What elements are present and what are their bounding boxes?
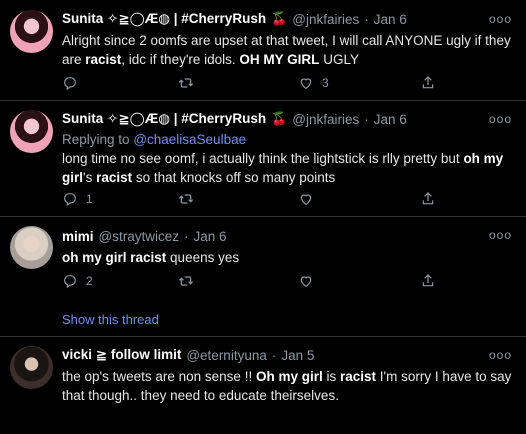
reply-icon (64, 275, 76, 289)
more-options-icon[interactable]: ooo (489, 112, 512, 126)
tweet-date[interactable]: Jan 6 (374, 112, 407, 127)
user-handle[interactable]: @jnkfairies (292, 112, 359, 127)
tweet-header: Sunita ✧≧◯Æ◍ | #CherryRush 🍒 @jnkfairies… (62, 8, 516, 30)
user-handle[interactable]: @eternityuna (186, 348, 267, 363)
tweet-header: Sunita ✧≧◯Æ◍ | #CherryRush 🍒 @jnkfairies… (62, 108, 516, 130)
separator-dot: · (364, 11, 369, 27)
retweet-icon (178, 194, 194, 204)
display-name[interactable]: Sunita ✧≧◯Æ◍ | #CherryRush (62, 11, 266, 27)
reply-icon (64, 193, 76, 207)
heart-icon (300, 194, 312, 206)
more-options-icon[interactable]: ooo (489, 348, 512, 362)
share-icon (422, 274, 434, 287)
tweet-header: mimi @straytwicez · Jan 6 (62, 225, 516, 247)
reply-count: 1 (86, 192, 93, 206)
reply-icon (64, 77, 76, 91)
reply-button[interactable] (62, 75, 86, 91)
tweet-text: oh my girl racist queens yes (62, 250, 240, 265)
user-handle[interactable]: @jnkfairies (292, 12, 359, 27)
avatar[interactable] (10, 346, 53, 389)
heart-icon (300, 78, 312, 90)
retweet-button[interactable] (178, 75, 202, 91)
like-button[interactable]: 3 (298, 75, 329, 91)
share-button[interactable] (420, 273, 436, 289)
share-button[interactable] (420, 75, 436, 91)
tweet-header: vicki ≧ follow limit @eternityuna · Jan … (62, 344, 516, 366)
more-options-icon[interactable]: ooo (489, 12, 512, 26)
tweet-date[interactable]: Jan 5 (281, 348, 314, 363)
avatar[interactable] (10, 10, 53, 53)
like-button[interactable] (298, 273, 322, 289)
tweet-text: long time no see oomf, i actually think … (62, 151, 504, 185)
reply-count: 2 (86, 274, 93, 288)
share-icon (422, 76, 434, 89)
show-thread-link[interactable]: Show this thread (62, 312, 159, 327)
more-options-icon[interactable]: ooo (489, 228, 512, 242)
retweet-icon (178, 276, 194, 286)
retweet-button[interactable] (178, 273, 202, 289)
heart-icon (300, 276, 312, 288)
user-handle[interactable]: @straytwicez (99, 229, 179, 244)
cherry-icon: 🍒 (271, 11, 288, 26)
separator-dot: · (364, 111, 369, 127)
tweet-date[interactable]: Jan 6 (193, 229, 226, 244)
reply-button[interactable]: 2 (62, 273, 93, 289)
divider (0, 216, 526, 217)
like-count: 3 (322, 76, 329, 90)
separator-dot: · (183, 228, 189, 244)
share-button[interactable] (420, 191, 436, 207)
separator-dot: · (271, 347, 277, 363)
display-name[interactable]: vicki ≧ follow limit (62, 347, 181, 363)
cherry-icon: 🍒 (271, 111, 288, 126)
display-name[interactable]: Sunita ✧≧◯Æ◍ | #CherryRush (62, 111, 266, 127)
replying-to: Replying to @chaelisaSeulbae (62, 132, 247, 147)
reply-button[interactable]: 1 (62, 191, 93, 207)
display-name[interactable]: mimi (62, 229, 94, 244)
avatar[interactable] (10, 226, 53, 269)
replying-to-link[interactable]: @chaelisaSeulbae (133, 132, 246, 147)
tweet-text: the op's tweets are non sense !! Oh my g… (62, 369, 512, 403)
tweet-text: Alright since 2 oomfs are upset at that … (62, 33, 511, 67)
retweet-icon (178, 78, 194, 88)
like-button[interactable] (298, 191, 322, 207)
avatar[interactable] (10, 110, 53, 153)
retweet-button[interactable] (178, 191, 202, 207)
share-icon (422, 192, 434, 205)
tweet-date[interactable]: Jan 6 (374, 12, 407, 27)
divider (0, 100, 526, 101)
divider (0, 336, 526, 337)
